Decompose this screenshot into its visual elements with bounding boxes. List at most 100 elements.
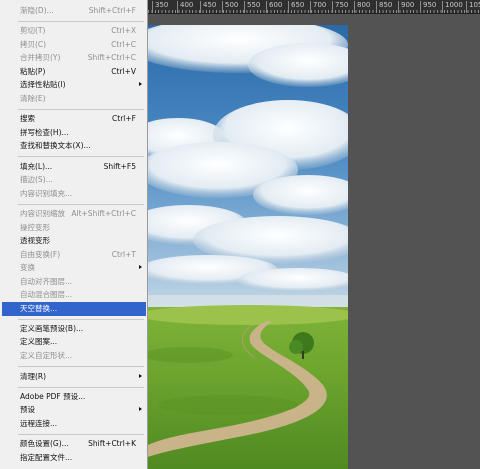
menu-item-shortcut: Ctrl+T (111, 250, 136, 260)
menu-item-label: 定义自定形状... (20, 351, 73, 361)
menu-item-label: 选择性粘贴(I) (20, 80, 66, 90)
menu-item-label: 变换 (20, 263, 35, 273)
ruler-label: 450 (200, 1, 216, 13)
ruler-label: 950 (420, 1, 436, 13)
ruler-label: 700 (310, 1, 326, 13)
ruler-label: 650 (288, 1, 304, 13)
menu-item-label: 清除(E) (20, 94, 46, 104)
menu-item-label: 天空替换... (20, 304, 58, 314)
menu-separator (18, 434, 144, 435)
ruler-label: 500 (222, 1, 238, 13)
menu-item-label: 自由变换(F) (20, 250, 61, 260)
menu-item-check-spelling[interactable]: 拼写检查(H)... (2, 126, 146, 140)
menu-item-label: 定义画笔预设(B)... (20, 324, 84, 334)
menu-item-presets[interactable]: 预设 (2, 403, 146, 417)
menu-item-free-transform[interactable]: 自由变换(F) Ctrl+T (2, 248, 146, 262)
menu-item-label: 粘贴(P) (20, 67, 46, 77)
menu-item-label: 剪切(T) (20, 26, 46, 36)
landscape-image (148, 25, 348, 469)
ruler-label: 750 (332, 1, 348, 13)
horizontal-ruler[interactable]: 350 400 450 500 550 600 650 700 750 800 … (148, 0, 480, 14)
menu-item-label: 自动对齐图层... (20, 277, 73, 287)
menu-item-stroke[interactable]: 描边(S)... (2, 173, 146, 187)
menu-item-label: 清理(R) (20, 372, 47, 382)
menu-item-shortcut: Shift+Ctrl+C (87, 53, 136, 63)
ruler-label: 1050 (466, 1, 480, 13)
menu-item-label: 自动混合图层... (20, 290, 73, 300)
menu-item-label: 远程连接... (20, 419, 58, 429)
menu-item-content-aware-fill[interactable]: 内容识别填充... (2, 187, 146, 201)
menu-item-content-aware-scale[interactable]: 内容识别缩放 Alt+Shift+Ctrl+C (2, 207, 146, 221)
menu-item-find-replace[interactable]: 查找和替换文本(X)... (2, 139, 146, 153)
menu-item-label: 操控变形 (20, 223, 50, 233)
menu-item-label: 定义图案... (20, 337, 58, 347)
canvas-landscape-image[interactable] (148, 25, 348, 469)
menu-item-puppet-warp[interactable]: 操控变形 (2, 221, 146, 235)
ruler-label: 800 (354, 1, 370, 13)
menu-item-paste[interactable]: 粘贴(P) Ctrl+V (2, 65, 146, 79)
ruler-label: 850 (376, 1, 392, 13)
menu-item-label: 预设 (20, 405, 35, 415)
photoshop-window: 350 400 450 500 550 600 650 700 750 800 … (0, 0, 480, 469)
menu-item-label: 拷贝(C) (20, 40, 47, 50)
menu-item-define-custom-shape[interactable]: 定义自定形状... (2, 349, 146, 363)
menu-item-color-settings[interactable]: 颜色设置(G)... Shift+Ctrl+K (2, 437, 146, 451)
ruler-label: 350 (152, 1, 168, 13)
menu-item-shortcut: Shift+Ctrl+K (88, 439, 136, 449)
menu-item-shortcut: Ctrl+F (112, 114, 136, 124)
menu-item-label: 内容识别填充... (20, 189, 73, 199)
menu-item-label: 指定配置文件... (20, 453, 73, 463)
menu-item-clear[interactable]: 清除(E) (2, 92, 146, 106)
menu-item-shortcut: Alt+Shift+Ctrl+C (71, 209, 136, 219)
menu-item-label: 查找和替换文本(X)... (20, 141, 91, 151)
menu-item-purge[interactable]: 清理(R) (2, 370, 146, 384)
menu-item-auto-align-layers[interactable]: 自动对齐图层... (2, 275, 146, 289)
menu-item-cut[interactable]: 剪切(T) Ctrl+X (2, 24, 146, 38)
menu-separator (18, 387, 144, 388)
menu-item-define-brush-preset[interactable]: 定义画笔预设(B)... (2, 322, 146, 336)
submenu-arrow-icon (139, 82, 142, 86)
menu-separator (18, 109, 144, 110)
menu-item-fill[interactable]: 填充(L)... Shift+F5 (2, 160, 146, 174)
submenu-arrow-icon (139, 265, 142, 269)
menu-item-shortcut: Ctrl+V (111, 67, 136, 77)
ruler-label: 1000 (442, 1, 463, 13)
ruler-label: 550 (244, 1, 260, 13)
menu-item-label: Adobe PDF 预设... (20, 392, 86, 402)
menu-item-label: 搜索 (20, 114, 35, 124)
menu-item-shortcut: Ctrl+C (111, 40, 136, 50)
menu-item-label: 填充(L)... (20, 162, 53, 172)
menu-item-auto-blend-layers[interactable]: 自动混合图层... (2, 288, 146, 302)
menu-item-label: 颜色设置(G)... (20, 439, 69, 449)
menu-item-define-pattern[interactable]: 定义图案... (2, 335, 146, 349)
submenu-arrow-icon (139, 407, 142, 411)
menu-item-perspective-warp[interactable]: 透视变形 (2, 234, 146, 248)
menu-item-sky-replacement[interactable]: 天空替换... (2, 302, 146, 316)
menu-item-label: 描边(S)... (20, 175, 53, 185)
submenu-arrow-icon (139, 374, 142, 378)
menu-item-remote-connections[interactable]: 远程连接... (2, 417, 146, 431)
menu-item-copy-merged[interactable]: 合并拷贝(Y) Shift+Ctrl+C (2, 51, 146, 65)
menu-item-shortcut: Shift+Ctrl+F (88, 6, 136, 16)
menu-item-paste-special[interactable]: 选择性粘贴(I) (2, 78, 146, 92)
menu-separator (18, 21, 144, 22)
menu-item-label: 渐隐(D)... (20, 6, 54, 16)
menu-item-label: 透视变形 (20, 236, 50, 246)
menu-item-shortcut: Ctrl+X (111, 26, 136, 36)
menu-item-label: 内容识别缩放 (20, 209, 65, 219)
ruler-label: 900 (398, 1, 414, 13)
menu-item-shortcut: Shift+F5 (103, 162, 136, 172)
menu-item-transform[interactable]: 变换 (2, 261, 146, 275)
menu-item-search[interactable]: 搜索 Ctrl+F (2, 112, 146, 126)
menu-item-label: 拼写检查(H)... (20, 128, 69, 138)
menu-item-fade[interactable]: 渐隐(D)... Shift+Ctrl+F (2, 4, 146, 18)
menu-separator (18, 156, 144, 157)
menu-separator (18, 366, 144, 367)
ruler-label: 600 (266, 1, 282, 13)
menu-separator (18, 204, 144, 205)
menu-item-copy[interactable]: 拷贝(C) Ctrl+C (2, 38, 146, 52)
menu-separator (18, 319, 144, 320)
menu-item-assign-profile[interactable]: 指定配置文件... (2, 451, 146, 465)
menu-item-label: 合并拷贝(Y) (20, 53, 61, 63)
menu-item-adobe-pdf-presets[interactable]: Adobe PDF 预设... (2, 390, 146, 404)
